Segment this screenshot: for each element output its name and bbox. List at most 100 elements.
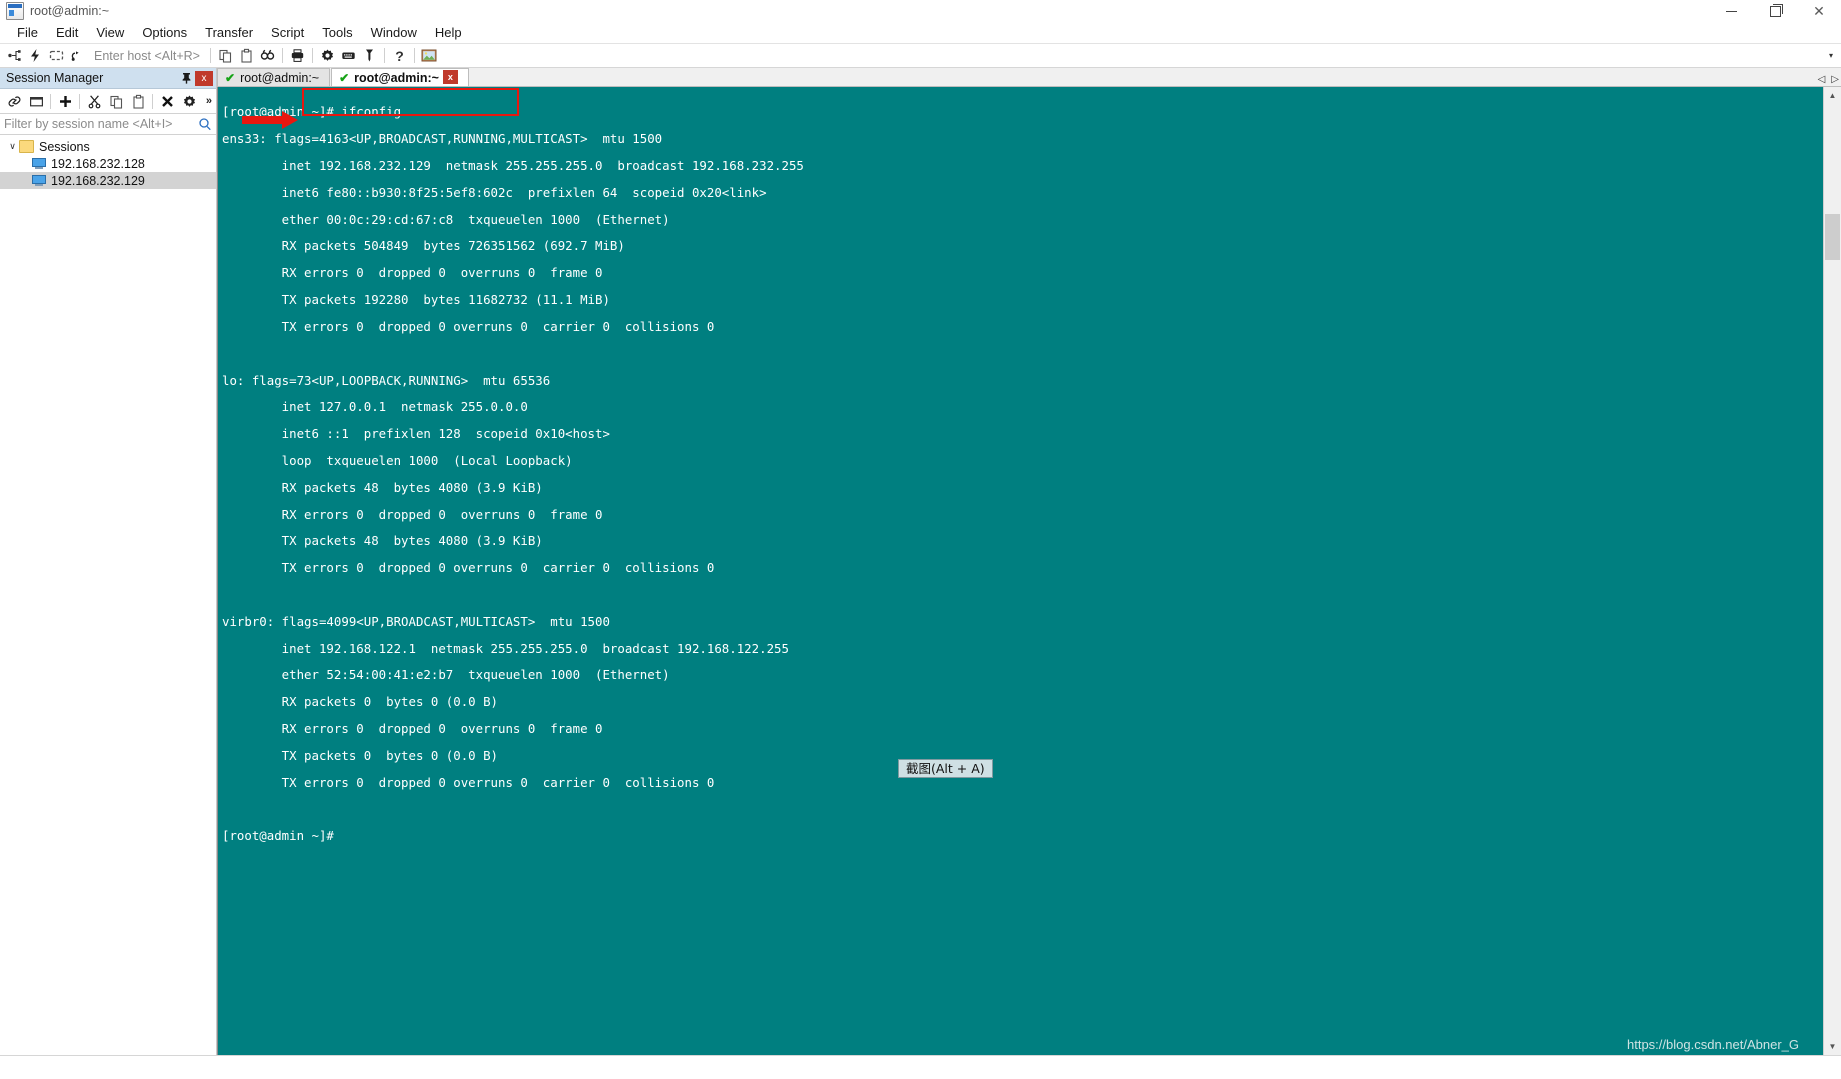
new-session-icon[interactable] bbox=[54, 90, 76, 112]
toolbar-divider-1 bbox=[209, 48, 211, 63]
menu-help[interactable]: Help bbox=[426, 23, 471, 42]
tab-close-button[interactable]: x bbox=[442, 70, 458, 84]
scroll-down-button[interactable]: ▼ bbox=[1824, 1038, 1841, 1055]
window-controls: ✕ bbox=[1709, 0, 1841, 22]
terminal-line: inet6 fe80::b930:8f25:5ef8:602c prefixle… bbox=[222, 184, 767, 200]
title-bar: root@admin:~ ✕ bbox=[0, 0, 1841, 22]
copy-icon[interactable] bbox=[105, 90, 127, 112]
status-bar bbox=[0, 1055, 1841, 1079]
chevron-down-icon[interactable]: ∨ bbox=[6, 141, 19, 152]
tab-bar: ✔ root@admin:~ ✔ root@admin:~ x ◁ ▷ bbox=[217, 68, 1841, 87]
terminal-line: RX packets 48 bytes 4080 (3.9 KiB) bbox=[222, 479, 543, 495]
scroll-track[interactable] bbox=[1824, 104, 1841, 1038]
main-toolbar: Enter host <Alt+R> ? ▾ bbox=[0, 44, 1841, 68]
terminal-line: TX packets 0 bytes 0 (0.0 B) bbox=[222, 747, 499, 763]
key-icon[interactable] bbox=[359, 45, 380, 66]
tab-session-1[interactable]: ✔ root@admin:~ bbox=[217, 68, 331, 86]
reconnect-icon[interactable] bbox=[67, 45, 88, 66]
terminal-line: TX errors 0 dropped 0 overruns 0 carrier… bbox=[222, 560, 715, 576]
terminal-line: ens33: flags=4163<UP,BROADCAST,RUNNING,M… bbox=[222, 131, 663, 147]
terminal-line: TX errors 0 dropped 0 overruns 0 carrier… bbox=[222, 774, 715, 790]
terminal-line: loop txqueuelen 1000 (Local Loopback) bbox=[222, 452, 573, 468]
toolbar-divider-5 bbox=[413, 48, 415, 63]
terminal-line: inet 192.168.232.129 netmask 255.255.255… bbox=[222, 158, 804, 174]
menu-edit[interactable]: Edit bbox=[47, 23, 87, 42]
session-label: 192.168.232.129 bbox=[51, 173, 145, 188]
toolbar-divider-4 bbox=[383, 48, 385, 63]
sm-divider-1 bbox=[50, 93, 51, 109]
search-input[interactable]: Filter by session name <Alt+I> bbox=[4, 117, 198, 131]
sm-overflow-button[interactable]: » bbox=[206, 95, 212, 107]
session-manager-close-button[interactable]: x bbox=[195, 70, 213, 86]
new-folder-icon[interactable] bbox=[25, 90, 47, 112]
terminal-line: lo: flags=73<UP,LOOPBACK,RUNNING> mtu 65… bbox=[222, 372, 551, 388]
terminal-line: TX errors 0 dropped 0 overruns 0 carrier… bbox=[222, 318, 715, 334]
terminal-panel: ✔ root@admin:~ ✔ root@admin:~ x ◁ ▷ [roo… bbox=[217, 68, 1841, 1055]
cut-icon[interactable] bbox=[83, 90, 105, 112]
tab-label: root@admin:~ bbox=[354, 70, 439, 85]
minimize-button[interactable] bbox=[1709, 0, 1753, 22]
menu-transfer[interactable]: Transfer bbox=[196, 23, 262, 42]
connect-in-tab-icon[interactable] bbox=[46, 45, 67, 66]
screenshot-icon[interactable] bbox=[419, 45, 440, 66]
find-icon[interactable] bbox=[257, 45, 278, 66]
terminal-line: inet 192.168.122.1 netmask 255.255.255.0… bbox=[222, 640, 789, 656]
help-icon[interactable]: ? bbox=[389, 45, 410, 66]
terminal-output[interactable]: [root@admin ~]# ifconfig ens33: flags=41… bbox=[217, 87, 1823, 1055]
menu-window[interactable]: Window bbox=[362, 23, 426, 42]
host-input[interactable]: Enter host <Alt+R> bbox=[94, 49, 200, 63]
terminal-line: ether 52:54:00:41:e2:b7 txqueuelen 1000 … bbox=[222, 667, 670, 683]
tab-prev-button[interactable]: ◁ bbox=[1818, 74, 1826, 85]
terminal-line: RX errors 0 dropped 0 overruns 0 frame 0 bbox=[222, 506, 603, 522]
session-manager-header: Session Manager x bbox=[0, 68, 216, 89]
sm-divider-3 bbox=[152, 93, 153, 109]
check-icon: ✔ bbox=[225, 70, 236, 85]
tree-root-sessions[interactable]: ∨ Sessions bbox=[0, 138, 216, 155]
paste-icon[interactable] bbox=[236, 45, 257, 66]
search-icon[interactable] bbox=[198, 117, 212, 131]
keymap-editor-icon[interactable] bbox=[338, 45, 359, 66]
session-manager-toolbar: » bbox=[0, 89, 216, 114]
menu-view[interactable]: View bbox=[87, 23, 133, 42]
scroll-up-button[interactable]: ▲ bbox=[1824, 87, 1841, 104]
session-label: 192.168.232.128 bbox=[51, 156, 145, 171]
menu-options[interactable]: Options bbox=[133, 23, 196, 42]
session-options-icon[interactable] bbox=[317, 45, 338, 66]
window-title: root@admin:~ bbox=[30, 4, 110, 18]
connect-link-icon[interactable] bbox=[3, 90, 25, 112]
tab-next-button[interactable]: ▷ bbox=[1831, 74, 1839, 85]
menu-script[interactable]: Script bbox=[262, 23, 313, 42]
close-button[interactable]: ✕ bbox=[1797, 0, 1841, 22]
maximize-button[interactable] bbox=[1753, 0, 1797, 22]
print-icon[interactable] bbox=[287, 45, 308, 66]
quick-connect-icon[interactable] bbox=[25, 45, 46, 66]
copy-icon[interactable] bbox=[215, 45, 236, 66]
tab-label: root@admin:~ bbox=[240, 70, 320, 85]
terminal-line: [root@admin ~]# ifconfig bbox=[222, 104, 402, 120]
pin-icon[interactable] bbox=[177, 69, 195, 87]
connect-icon[interactable] bbox=[4, 45, 25, 66]
terminal-line: TX packets 48 bytes 4080 (3.9 KiB) bbox=[222, 533, 543, 549]
toolbar-divider-2 bbox=[281, 48, 283, 63]
tab-session-2[interactable]: ✔ root@admin:~ x bbox=[331, 68, 469, 86]
terminal-line: RX packets 504849 bytes 726351562 (692.7… bbox=[222, 238, 625, 254]
toolbar-divider-3 bbox=[311, 48, 313, 63]
terminal-scrollbar[interactable]: ▲ ▼ bbox=[1823, 87, 1841, 1055]
terminal-line: RX errors 0 dropped 0 overruns 0 frame 0 bbox=[222, 265, 603, 281]
toolbar-overflow-caret[interactable]: ▾ bbox=[1829, 51, 1833, 60]
menu-tools[interactable]: Tools bbox=[313, 23, 361, 42]
session-item-0[interactable]: 192.168.232.128 bbox=[0, 155, 216, 172]
menu-file[interactable]: File bbox=[8, 23, 47, 42]
scroll-thumb[interactable] bbox=[1825, 214, 1840, 260]
computer-icon bbox=[32, 158, 46, 169]
computer-icon bbox=[32, 175, 46, 186]
paste-icon[interactable] bbox=[127, 90, 149, 112]
session-tree: ∨ Sessions 192.168.232.128 192.168.232.1… bbox=[0, 135, 216, 1055]
menu-bar: File Edit View Options Transfer Script T… bbox=[0, 22, 1841, 44]
properties-icon[interactable] bbox=[178, 90, 200, 112]
delete-icon[interactable] bbox=[156, 90, 178, 112]
watermark-text: https://blog.csdn.net/Abner_G bbox=[1627, 1036, 1799, 1052]
session-item-1[interactable]: 192.168.232.129 bbox=[0, 172, 216, 189]
terminal-row: [root@admin ~]# ifconfig ens33: flags=41… bbox=[217, 87, 1841, 1055]
